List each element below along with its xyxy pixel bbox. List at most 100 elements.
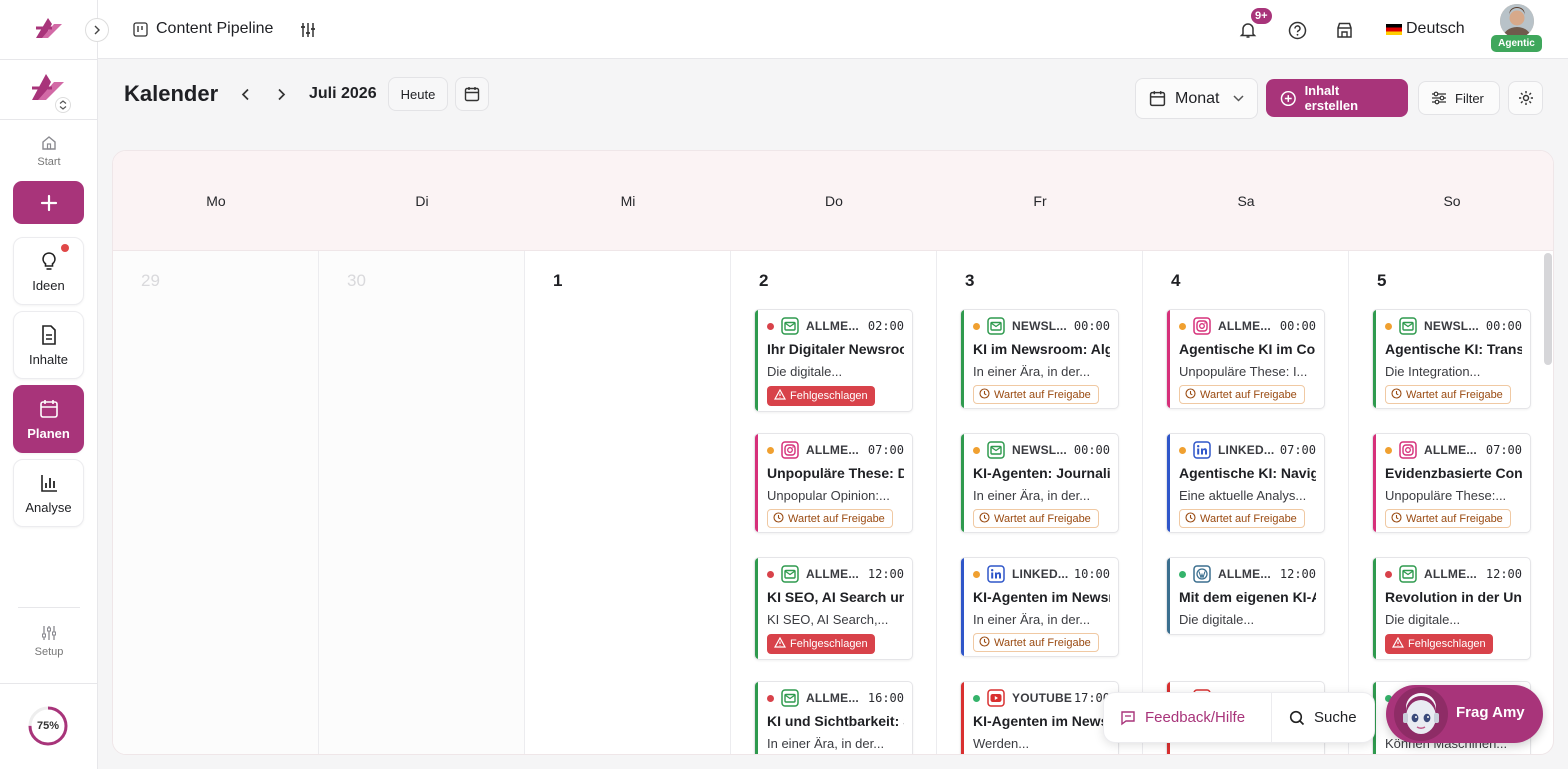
day-number: 29: [141, 271, 160, 290]
channel-color-bar: [961, 558, 964, 656]
status-label: Wartet auf Freigabe: [788, 512, 885, 525]
day-cell[interactable]: 5 NEWSL... 00:00 Agentische KI: Trans Die In…: [1349, 251, 1553, 754]
workspace-switch-chevron-icon[interactable]: [55, 97, 71, 113]
filter-button[interactable]: Filter: [1418, 81, 1500, 115]
content-card[interactable]: NEWSL... 00:00 KI-Agenten: Journalis In ein…: [960, 433, 1119, 533]
awaiting-approval-badge: Wartet auf Freigabe: [973, 633, 1099, 652]
content-card[interactable]: NEWSL... 00:00 Agentische KI: Trans Die Int…: [1372, 309, 1531, 409]
scheduled-time: 10:00: [1073, 567, 1110, 581]
date-picker-button[interactable]: [455, 77, 489, 111]
language-selector[interactable]: Deutsch: [1386, 20, 1465, 38]
sidebar-item-ideen[interactable]: Ideen: [13, 237, 84, 305]
card-header: NEWSL... 00:00: [1385, 317, 1522, 335]
german-flag-icon: [1386, 23, 1402, 35]
sidebar-item-label: Analyse: [25, 499, 72, 515]
store-button[interactable]: [1331, 17, 1357, 43]
status-dot: [1385, 446, 1392, 454]
content-card[interactable]: LINKED... 10:00 KI-Agenten im Newsr In eine…: [960, 557, 1119, 657]
search-label: Suche: [1314, 709, 1357, 726]
awaiting-approval-badge: Wartet auf Freigabe: [973, 509, 1099, 528]
card-excerpt: Eine aktuelle Analys...: [1179, 488, 1307, 503]
channel-name: ALLME...: [806, 691, 859, 705]
clock-icon: [979, 387, 990, 402]
day-cell[interactable]: 29: [113, 251, 319, 754]
content-card[interactable]: LINKED... 07:00 Agentische KI: Navig Eine a…: [1166, 433, 1325, 533]
wordpress-icon: [1193, 565, 1211, 583]
page-title: Kalender: [124, 81, 219, 106]
scheduled-time: 07:00: [867, 443, 904, 457]
weekday-label: Do: [825, 193, 843, 209]
content-card[interactable]: ALLME... 07:00 Evidenzbasierte Cont Unpopul…: [1372, 433, 1531, 533]
quick-create-button[interactable]: [13, 181, 84, 224]
card-header: ALLME... 16:00: [767, 689, 904, 707]
card-title: KI SEO, AI Search und: [767, 589, 904, 605]
avatar[interactable]: [1500, 4, 1534, 38]
content-card[interactable]: YOUTUBE17:00 KI-Agenten im Newsroom Werden…: [960, 681, 1119, 754]
card-header: ALLME... 12:00: [1385, 565, 1522, 583]
status-dot: [973, 694, 980, 702]
newsletter-icon: [1399, 565, 1417, 583]
card-header: ALLME... 02:00: [767, 317, 904, 335]
channel-color-bar: [961, 682, 964, 754]
ask-amy-button[interactable]: Frag Amy: [1386, 685, 1543, 743]
content-card[interactable]: ALLME... 16:00 KI und Sichtbarkeit: S In ei…: [754, 681, 913, 754]
day-number: 30: [347, 271, 366, 290]
calendar-settings-button[interactable]: [1508, 81, 1543, 115]
content-card[interactable]: ALLME... 00:00 Agentische KI im Cor Unpopul…: [1166, 309, 1325, 409]
today-button[interactable]: Heute: [388, 77, 448, 111]
linkedin-icon: [1193, 441, 1211, 459]
content-card[interactable]: ALLME... 07:00 Unpopuläre These: D Unpopula…: [754, 433, 913, 533]
card-excerpt: In einer Ära, in der...: [973, 612, 1091, 627]
app-logo-small[interactable]: [34, 16, 64, 45]
channel-name: ALLME...: [1218, 567, 1271, 581]
newsletter-icon: [781, 689, 799, 707]
previous-month-button[interactable]: [233, 82, 257, 106]
channel-name: ALLME...: [1424, 567, 1477, 581]
status-label: Wartet auf Freigabe: [994, 512, 1091, 525]
sidebar-item-start[interactable]: Start: [0, 134, 98, 168]
content-card[interactable]: ALLME... 12:00 KI SEO, AI Search und KI SEO…: [754, 557, 913, 660]
sidebar-item-planen[interactable]: Planen: [13, 385, 84, 453]
scheduled-time: 16:00: [867, 691, 904, 705]
scheduled-time: 00:00: [1073, 319, 1110, 333]
sidebar-item-setup[interactable]: Setup: [0, 624, 98, 658]
scheduled-time: 07:00: [1279, 443, 1316, 457]
project-selector[interactable]: Content Pipeline: [133, 20, 273, 38]
youtube-icon: [987, 689, 1005, 707]
sidebar-item-inhalte[interactable]: Inhalte: [13, 311, 84, 379]
scheduled-time: 07:00: [1485, 443, 1522, 457]
weekday-label: Mo: [206, 193, 226, 209]
card-title: KI im Newsroom: Alg: [973, 341, 1110, 357]
instagram-icon: [781, 441, 799, 459]
view-selector[interactable]: Monat: [1135, 78, 1258, 119]
calendar-icon: [39, 399, 58, 418]
day-cell[interactable]: 1: [525, 251, 731, 754]
expand-sidebar-button[interactable]: [85, 18, 109, 42]
day-cell[interactable]: 3 NEWSL... 00:00 KI im Newsroom: Alg In eine…: [937, 251, 1143, 754]
scrollbar-thumb[interactable]: [1544, 253, 1552, 365]
help-button[interactable]: [1284, 17, 1310, 43]
next-month-button[interactable]: [269, 82, 293, 106]
search-button[interactable]: Suche: [1289, 693, 1357, 742]
sidebar-item-analyse[interactable]: Analyse: [13, 459, 84, 527]
content-card[interactable]: ALLME... 02:00 Ihr Digitaler Newsroom Die d…: [754, 309, 913, 412]
create-content-button[interactable]: Inhalt erstellen: [1266, 79, 1408, 117]
feedback-button[interactable]: Feedback/Hilfe: [1120, 693, 1245, 742]
progress-ring[interactable]: 75%: [27, 705, 69, 747]
instagram-icon: [1399, 441, 1417, 459]
day-cell[interactable]: 2 ALLME... 02:00 Ihr Digitaler Newsroom Die …: [731, 251, 937, 754]
content-card[interactable]: ALLME... 12:00 Mit dem eigenen KI-A Die dig…: [1166, 557, 1325, 635]
pipeline-settings-button[interactable]: [296, 18, 320, 42]
weekday-label: Di: [415, 193, 429, 209]
scheduled-time: 12:00: [1485, 567, 1522, 581]
status-label: Fehlgeschlagen: [1408, 638, 1486, 650]
progress-label: 75%: [36, 720, 60, 732]
failed-status-badge: Fehlgeschlagen: [767, 386, 875, 406]
status-dot: [1385, 322, 1392, 330]
content-card[interactable]: ALLME... 12:00 Revolution in der Unt Die di…: [1372, 557, 1531, 660]
day-cell[interactable]: 30: [319, 251, 525, 754]
day-cell[interactable]: 4 ALLME... 00:00 Agentische KI im Cor Unpopu…: [1143, 251, 1349, 754]
content-card[interactable]: NEWSL... 00:00 KI im Newsroom: Alg In einer…: [960, 309, 1119, 409]
card-header: ALLME... 00:00: [1179, 317, 1316, 335]
sidebar-item-label: Start: [37, 156, 61, 168]
